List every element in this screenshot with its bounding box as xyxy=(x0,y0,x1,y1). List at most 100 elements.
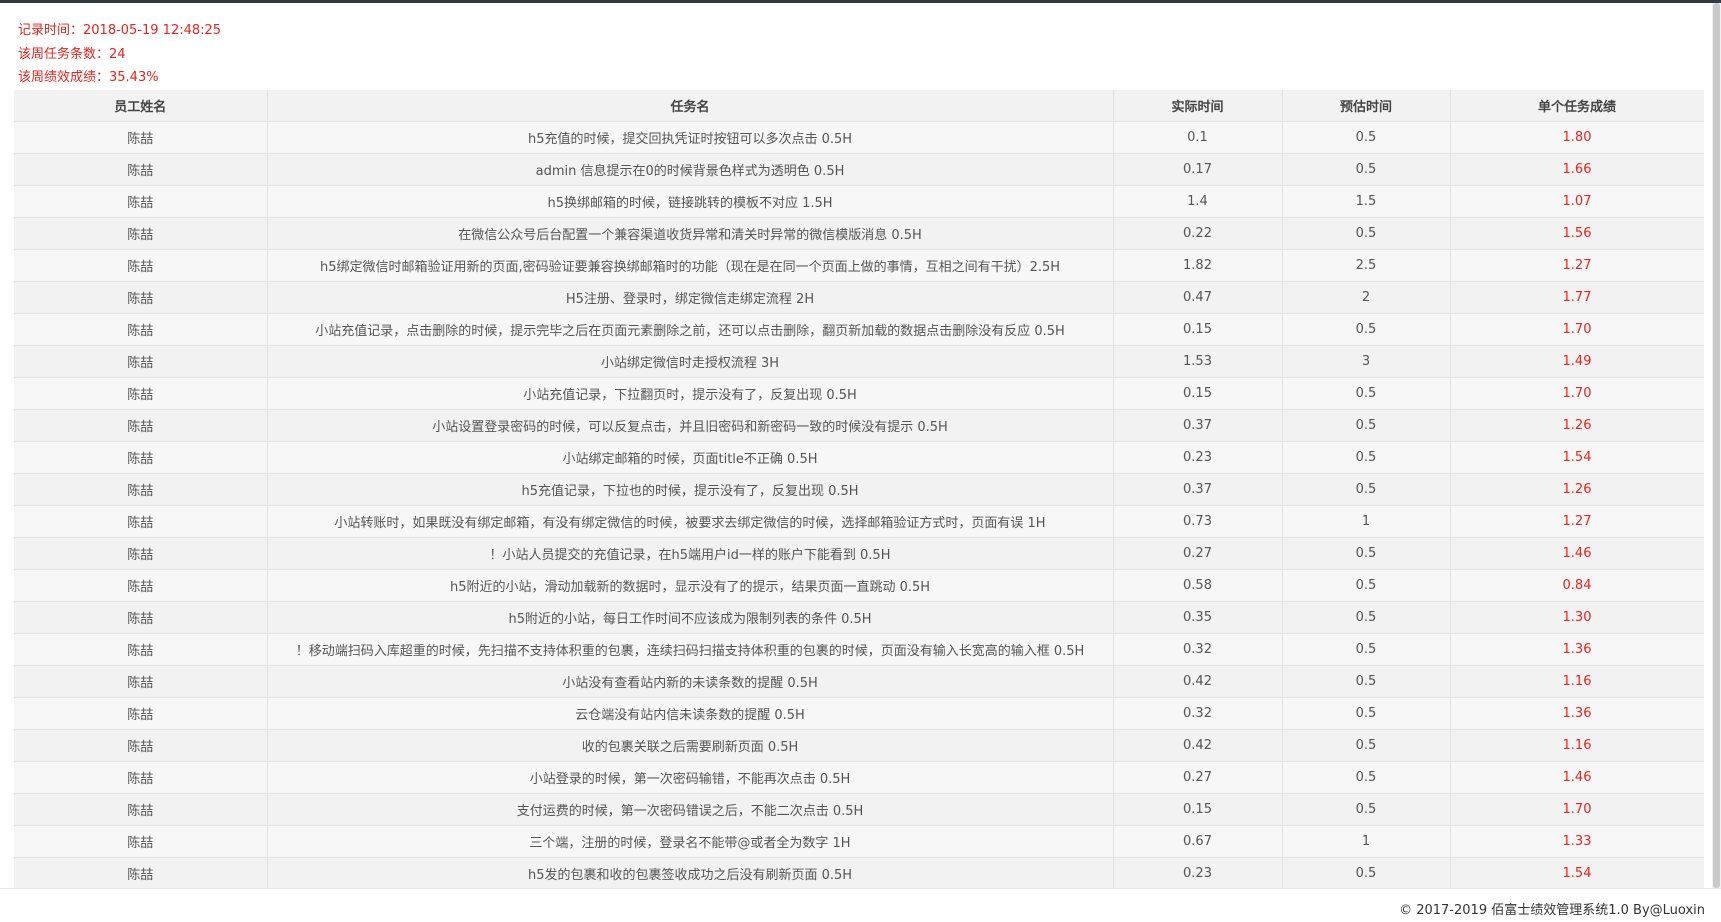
actual-time-cell: 0.42 xyxy=(1113,665,1283,698)
actual-time-cell: 1.4 xyxy=(1113,185,1283,218)
actual-time-cell: 0.22 xyxy=(1113,217,1283,250)
employee-name-cell: 陈喆 xyxy=(14,825,268,858)
task-score-cell: 1.70 xyxy=(1450,313,1704,346)
task-name-cell: 小站转账时，如果既没有绑定邮箱，有没有绑定微信的时候，被要求去绑定微信的时候，选… xyxy=(267,505,1114,538)
task-score-cell: 1.49 xyxy=(1450,345,1704,378)
task-score-cell: 0.84 xyxy=(1450,569,1704,602)
estimated-time-cell: 2.5 xyxy=(1282,249,1451,282)
table-row: 陈喆 h5附近的小站，滑动加载新的数据时，显示没有了的提示，结果页面一直跳动 0.… xyxy=(14,569,1704,602)
employee-name-cell: 陈喆 xyxy=(14,121,268,154)
table-row: 陈喆 小站充值记录，下拉翻页时，提示没有了，反复出现 0.5H 0.15 0.5 1.7… xyxy=(14,377,1704,410)
task-score-cell: 1.26 xyxy=(1450,473,1704,506)
actual-time-cell: 0.32 xyxy=(1113,697,1283,730)
employee-name-cell: 陈喆 xyxy=(14,665,268,698)
header-task-name: 任务名 xyxy=(267,90,1114,122)
task-table-container: 员工姓名 任务名 实际时间 预估时间 单个任务成绩 陈喆 h5充值的时候，提交回执… xyxy=(14,90,1704,888)
estimated-time-cell: 0.5 xyxy=(1282,473,1451,506)
employee-name-cell: 陈喆 xyxy=(14,537,268,570)
task-name-cell: H5注册、登录时，绑定微信走绑定流程 2H xyxy=(267,281,1114,314)
employee-name-cell: 陈喆 xyxy=(14,857,268,888)
table-body: 陈喆 h5充值的时候，提交回执凭证时按钮可以多次点击 0.5H 0.1 0.5 1.80… xyxy=(14,121,1704,888)
employee-name-cell: 陈喆 xyxy=(14,761,268,794)
table-row: 陈喆 收的包裹关联之后需要刷新页面 0.5H 0.42 0.5 1.16 xyxy=(14,729,1704,762)
task-name-cell: admin 信息提示在0的时候背景色样式为透明色 0.5H xyxy=(267,153,1114,186)
footer: © 2017-2019 佰富士绩效管理系统1.0 By@Luoxin xyxy=(0,888,1721,922)
estimated-time-cell: 0.5 xyxy=(1282,857,1451,888)
actual-time-cell: 0.47 xyxy=(1113,281,1283,314)
estimated-time-cell: 1 xyxy=(1282,505,1451,538)
actual-time-cell: 0.32 xyxy=(1113,633,1283,666)
actual-time-cell: 1.53 xyxy=(1113,345,1283,378)
task-score-cell: 1.36 xyxy=(1450,633,1704,666)
employee-name-cell: 陈喆 xyxy=(14,697,268,730)
actual-time-cell: 0.17 xyxy=(1113,153,1283,186)
table-row: 陈喆 三个端，注册的时候，登录名不能带@或者全为数字 1H 0.67 1 1.33 xyxy=(14,825,1704,858)
task-score-cell: 1.30 xyxy=(1450,601,1704,634)
estimated-time-cell: 0.5 xyxy=(1282,537,1451,570)
task-name-cell: h5绑定微信时邮箱验证用新的页面,密码验证要兼容换绑邮箱时的功能（现在是在同一个… xyxy=(267,249,1114,282)
employee-name-cell: 陈喆 xyxy=(14,185,268,218)
estimated-time-cell: 2 xyxy=(1282,281,1451,314)
task-name-cell: 小站登录的时候，第一次密码输错，不能再次点击 0.5H xyxy=(267,761,1114,794)
table-row: 陈喆 云仓端没有站内信未读条数的提醒 0.5H 0.32 0.5 1.36 xyxy=(14,697,1704,730)
estimated-time-cell: 3 xyxy=(1282,345,1451,378)
employee-name-cell: 陈喆 xyxy=(14,633,268,666)
task-name-cell: h5附近的小站，每日工作时间不应该成为限制列表的条件 0.5H xyxy=(267,601,1114,634)
record-time: 记录时间：2018-05-19 12:48:25 xyxy=(18,23,222,38)
header-employee-name: 员工姓名 xyxy=(14,90,268,122)
task-score-cell: 1.33 xyxy=(1450,825,1704,858)
table-row: 陈喆 h5换绑邮箱的时候，链接跳转的模板不对应 1.5H 1.4 1.5 1.07 xyxy=(14,185,1704,218)
table-row: 陈喆 h5绑定微信时邮箱验证用新的页面,密码验证要兼容换绑邮箱时的功能（现在是在同… xyxy=(14,249,1704,282)
header-estimated-time: 预估时间 xyxy=(1282,90,1451,122)
table-row: 陈喆 在微信公众号后台配置一个兼容渠道收货异常和清关时异常的微信模版消息 0.5H… xyxy=(14,217,1704,250)
task-name-cell: ！移动端扫码入库超重的时候，先扫描不支持体积重的包裹，连续扫码扫描支持体积重的包… xyxy=(267,633,1114,666)
table-row: 陈喆 h5附近的小站，每日工作时间不应该成为限制列表的条件 0.5H 0.35 0.5… xyxy=(14,601,1704,634)
table-header-row: 员工姓名 任务名 实际时间 预估时间 单个任务成绩 xyxy=(14,90,1704,122)
task-name-cell: h5充值的时候，提交回执凭证时按钮可以多次点击 0.5H xyxy=(267,121,1114,154)
task-score-cell: 1.66 xyxy=(1450,153,1704,186)
table-row: 陈喆 支付运费的时候，第一次密码错误之后，不能二次点击 0.5H 0.15 0.5 1.… xyxy=(14,793,1704,826)
employee-name-cell: 陈喆 xyxy=(14,281,268,314)
task-name-cell: 小站充值记录，点击删除的时候，提示完毕之后在页面元素删除之前，还可以点击删除，翻… xyxy=(267,313,1114,346)
table-row: 陈喆 小站设置登录密码的时候，可以反复点击，并且旧密码和新密码一致的时候没有提示 … xyxy=(14,409,1704,442)
header-actual-time: 实际时间 xyxy=(1113,90,1283,122)
employee-name-cell: 陈喆 xyxy=(14,249,268,282)
employee-name-cell: 陈喆 xyxy=(14,217,268,250)
task-name-cell: h5附近的小站，滑动加载新的数据时，显示没有了的提示，结果页面一直跳动 0.5H xyxy=(267,569,1114,602)
task-score-cell: 1.56 xyxy=(1450,217,1704,250)
table-row: 陈喆 小站绑定微信时走授权流程 3H 1.53 3 1.49 xyxy=(14,345,1704,378)
actual-time-cell: 0.27 xyxy=(1113,537,1283,570)
employee-name-cell: 陈喆 xyxy=(14,473,268,506)
estimated-time-cell: 0.5 xyxy=(1282,217,1451,250)
table-row: 陈喆 小站绑定邮箱的时候，页面title不正确 0.5H 0.23 0.5 1.54 xyxy=(14,441,1704,474)
actual-time-cell: 0.67 xyxy=(1113,825,1283,858)
table-row: 陈喆 小站登录的时候，第一次密码输错，不能再次点击 0.5H 0.27 0.5 1.46 xyxy=(14,761,1704,794)
estimated-time-cell: 0.5 xyxy=(1282,601,1451,634)
weekly-summary: 记录时间：2018-05-19 12:48:25 该周任务条数：24 该周绩效成… xyxy=(18,19,221,90)
scrollbar-thumb[interactable] xyxy=(1713,3,1720,888)
employee-name-cell: 陈喆 xyxy=(14,729,268,762)
task-score-cell: 1.46 xyxy=(1450,537,1704,570)
task-name-cell: ！小站人员提交的充值记录，在h5端用户id一样的账户下能看到 0.5H xyxy=(267,537,1114,570)
estimated-time-cell: 0.5 xyxy=(1282,665,1451,698)
estimated-time-cell: 1 xyxy=(1282,825,1451,858)
employee-name-cell: 陈喆 xyxy=(14,313,268,346)
task-score-cell: 1.70 xyxy=(1450,793,1704,826)
task-score-cell: 1.70 xyxy=(1450,377,1704,410)
task-name-cell: h5充值记录，下拉也的时候，提示没有了，反复出现 0.5H xyxy=(267,473,1114,506)
task-score-cell: 1.54 xyxy=(1450,857,1704,888)
vertical-scrollbar[interactable] xyxy=(1712,3,1721,888)
copyright-text: © 2017-2019 佰富士绩效管理系统1.0 By@Luoxin xyxy=(1399,903,1705,918)
task-name-cell: 云仓端没有站内信未读条数的提醒 0.5H xyxy=(267,697,1114,730)
task-score-cell: 1.27 xyxy=(1450,505,1704,538)
task-score-cell: 1.46 xyxy=(1450,761,1704,794)
header-task-score: 单个任务成绩 xyxy=(1450,90,1704,122)
task-name-cell: 小站绑定微信时走授权流程 3H xyxy=(267,345,1114,378)
estimated-time-cell: 0.5 xyxy=(1282,569,1451,602)
actual-time-cell: 1.82 xyxy=(1113,249,1283,282)
actual-time-cell: 0.15 xyxy=(1113,793,1283,826)
table-row: 陈喆 ！移动端扫码入库超重的时候，先扫描不支持体积重的包裹，连续扫码扫描支持体积重… xyxy=(14,633,1704,666)
table-row: 陈喆 小站没有查看站内新的未读条数的提醒 0.5H 0.42 0.5 1.16 xyxy=(14,665,1704,698)
estimated-time-cell: 1.5 xyxy=(1282,185,1451,218)
task-name-cell: 小站设置登录密码的时候，可以反复点击，并且旧密码和新密码一致的时候没有提示 0.… xyxy=(267,409,1114,442)
